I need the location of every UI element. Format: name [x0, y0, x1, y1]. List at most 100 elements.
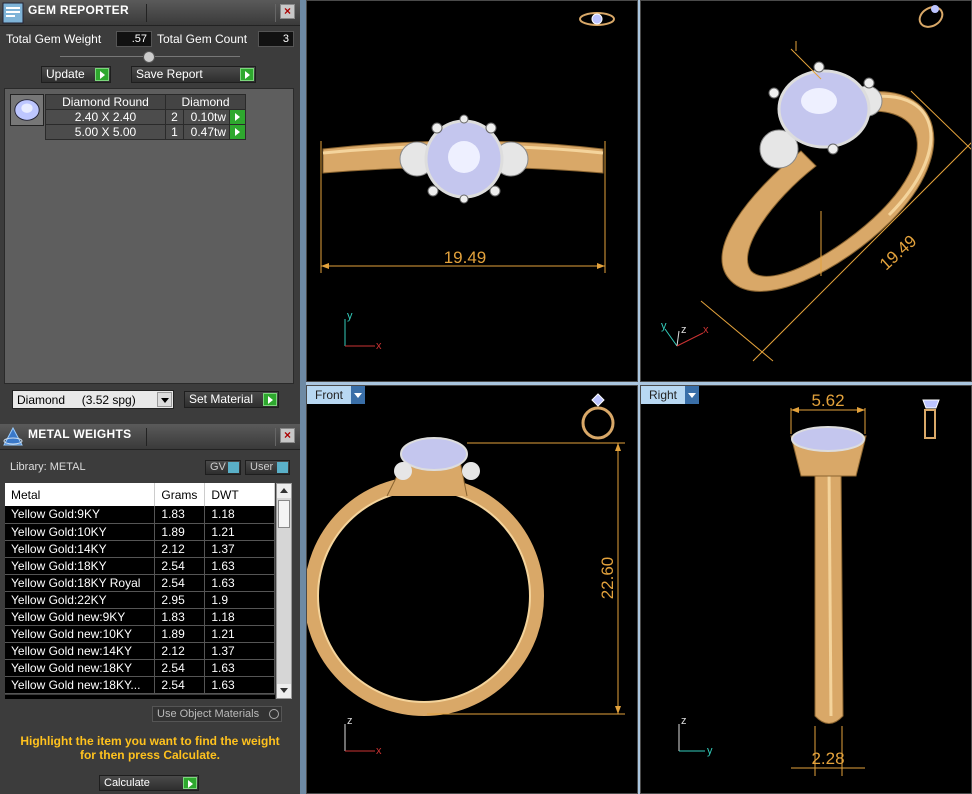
metal-cell-metal: Yellow Gold new:14KY — [5, 642, 156, 660]
play-icon — [183, 777, 197, 789]
update-button[interactable]: Update — [41, 66, 111, 83]
hint-line-2: for then press Calculate. — [79, 748, 221, 762]
right-view-label[interactable]: Right — [641, 386, 700, 404]
metal-cell-grams: 2.12 — [154, 642, 206, 660]
collapse-toggle-icon[interactable] — [143, 51, 155, 63]
table-row[interactable]: Yellow Gold new:18KY... 2.54 1.63 — [5, 676, 275, 694]
mini-ring-icon — [581, 393, 615, 440]
left-panel: GEM REPORTER × Total Gem Weight .57 Tota… — [0, 0, 300, 794]
total-gem-weight-value: .57 — [116, 31, 152, 47]
chevron-down-icon — [157, 392, 172, 407]
gem-list-area: Diamond Round Diamond 2.40 X 2.40 2 0.10… — [4, 88, 294, 384]
metal-weights-titlebar: METAL WEIGHTS × — [0, 424, 300, 450]
scroll-thumb[interactable] — [278, 500, 290, 528]
perspective-viewport[interactable]: 19.49 y z x — [640, 0, 972, 382]
radio-icon — [269, 709, 279, 719]
mini-ring-icon — [579, 12, 615, 26]
metal-cell-metal: Yellow Gold:10KY — [5, 523, 156, 541]
table-row[interactable]: Yellow Gold:18KY Royal 2.54 1.63 — [5, 574, 275, 592]
gem-header-type: Diamond — [165, 94, 246, 110]
save-report-label: Save Report — [136, 67, 203, 81]
top-dimension: 19.49 — [444, 248, 487, 267]
use-object-materials-checkbox[interactable]: Use Object Materials — [152, 706, 282, 722]
material-select-value: Diamond (3.52 spg) — [17, 393, 136, 407]
select-gem-button[interactable] — [229, 109, 246, 125]
metal-cell-metal: Yellow Gold new:9KY — [5, 608, 156, 626]
top-viewport[interactable]: 19.49 y x — [306, 0, 638, 382]
metal-table-scrollbar[interactable] — [276, 483, 292, 699]
metal-cell-metal: Yellow Gold:14KY — [5, 540, 156, 558]
update-label: Update — [46, 67, 85, 81]
table-row[interactable]: Yellow Gold:18KY 2.54 1.63 — [5, 557, 275, 575]
table-row[interactable]: Yellow Gold new:18KY 2.54 1.63 — [5, 659, 275, 677]
metal-cell-dwt: 1.21 — [204, 523, 275, 541]
user-button[interactable]: User — [245, 460, 290, 475]
metal-cell-metal: Yellow Gold:18KY — [5, 557, 156, 575]
gem-tw: 0.10tw — [183, 109, 230, 125]
close-icon[interactable]: × — [280, 4, 295, 19]
hint-line-1: Highlight the item you want to find the … — [20, 734, 280, 748]
right-view-label-text: Right — [649, 388, 678, 402]
right-viewport[interactable]: Right 5.62 2.28 z y — [640, 385, 972, 794]
set-material-button[interactable]: Set Material — [184, 391, 279, 408]
column-header-metal[interactable]: Metal — [5, 483, 156, 506]
gem-header-shape: Diamond Round — [45, 94, 166, 110]
metal-cell-dwt: 1.63 — [204, 676, 275, 694]
mini-ring-icon — [922, 399, 940, 439]
gem-tw: 0.47tw — [183, 124, 230, 140]
axis-indicator: z x — [344, 715, 382, 757]
axis-x-label: x — [703, 324, 709, 336]
select-gem-button[interactable] — [229, 124, 246, 140]
info-icon — [277, 462, 288, 473]
column-header-dwt[interactable]: DWT — [204, 483, 275, 506]
metal-weights-icon — [3, 426, 23, 446]
table-row[interactable]: Yellow Gold:9KY 1.83 1.18 — [5, 506, 275, 524]
gem-reporter-titlebar: GEM REPORTER × — [0, 0, 300, 26]
axis-x-label: x — [376, 340, 382, 352]
table-row[interactable]: Yellow Gold:14KY 2.12 1.37 — [5, 540, 275, 558]
table-row[interactable]: Yellow Gold new:9KY 1.83 1.18 — [5, 608, 275, 626]
gem-row[interactable]: 5.00 X 5.00 1 0.47tw — [45, 124, 246, 140]
chevron-down-icon — [351, 386, 366, 404]
axis-indicator: z y — [678, 715, 713, 757]
play-icon — [95, 68, 109, 81]
table-row[interactable]: Yellow Gold new:10KY 1.89 1.21 — [5, 625, 275, 643]
front-viewport[interactable]: Front 22.60 z x — [306, 385, 638, 794]
table-row[interactable]: Yellow Gold:22KY 2.95 1.9 — [5, 591, 275, 609]
total-gem-count-value: 3 — [258, 31, 294, 47]
close-icon[interactable]: × — [280, 428, 295, 443]
gv-button[interactable]: GV — [205, 460, 241, 475]
gem-size: 5.00 X 5.00 — [45, 124, 166, 140]
front-view-render: 22.60 z x — [307, 393, 625, 757]
calculate-label: Calculate — [104, 777, 150, 789]
metal-cell-grams: 2.95 — [154, 591, 206, 609]
gem-size: 2.40 X 2.40 — [45, 109, 166, 125]
calculate-hint: Highlight the item you want to find the … — [10, 734, 290, 762]
metal-cell-grams: 1.83 — [154, 608, 206, 626]
metal-cell-metal: Yellow Gold new:10KY — [5, 625, 156, 643]
mini-ring-icon — [918, 5, 944, 28]
axis-y-label: y — [661, 320, 667, 332]
save-report-button[interactable]: Save Report — [131, 66, 256, 83]
table-row[interactable]: Yellow Gold new:14KY 2.12 1.37 — [5, 642, 275, 660]
info-icon — [228, 462, 239, 473]
scroll-up-icon[interactable] — [277, 484, 291, 498]
metal-cell-dwt: 1.63 — [204, 659, 275, 677]
table-row-partial — [5, 695, 275, 699]
gv-label: GV — [210, 461, 226, 473]
table-row[interactable]: Yellow Gold:10KY 1.89 1.21 — [5, 523, 275, 541]
title-divider — [146, 428, 276, 446]
chevron-down-icon — [685, 386, 700, 404]
metal-cell-metal: Yellow Gold:22KY — [5, 591, 156, 609]
metal-cell-grams: 2.54 — [154, 574, 206, 592]
gem-count: 1 — [165, 124, 184, 140]
scroll-down-icon[interactable] — [277, 684, 291, 698]
metal-cell-dwt: 1.9 — [204, 591, 275, 609]
front-view-label[interactable]: Front — [307, 386, 366, 404]
column-header-grams[interactable]: Grams — [154, 483, 206, 506]
gem-row[interactable]: 2.40 X 2.40 2 0.10tw — [45, 109, 246, 125]
axis-indicator: y x — [344, 310, 382, 352]
calculate-button[interactable]: Calculate — [99, 775, 199, 791]
material-select[interactable]: Diamond (3.52 spg) — [12, 390, 174, 409]
front-height-dimension: 22.60 — [598, 557, 617, 600]
